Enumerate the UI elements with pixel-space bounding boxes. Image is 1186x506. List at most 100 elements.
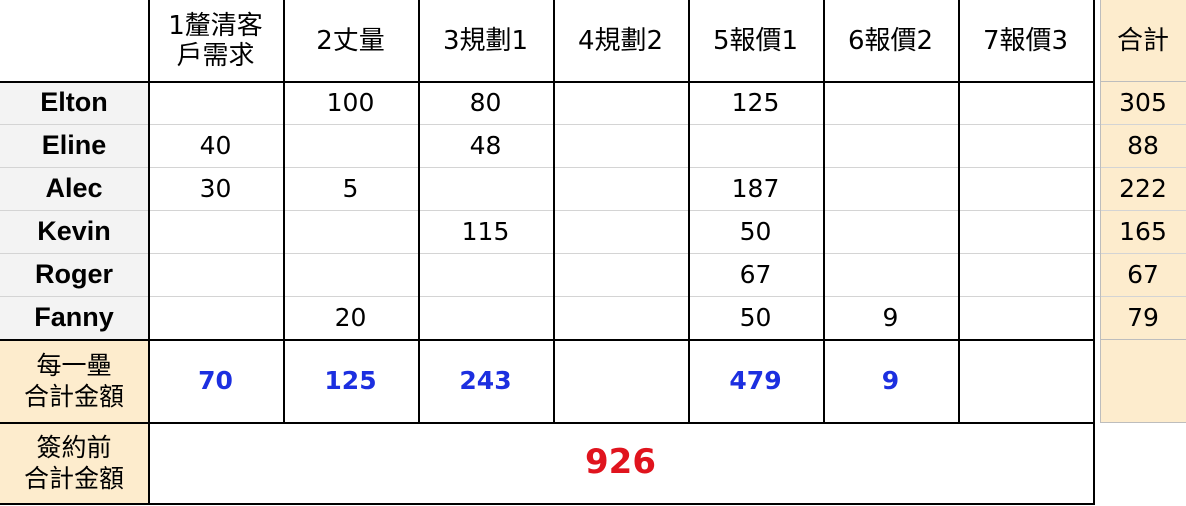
column-border bbox=[283, 0, 285, 422]
data-cell: 30 bbox=[199, 173, 232, 203]
row-total: 67 bbox=[1127, 259, 1159, 289]
column-header: 2丈量 bbox=[316, 25, 385, 56]
column-header: 5報價1 bbox=[712, 25, 799, 56]
total-row-divider bbox=[1100, 124, 1186, 125]
data-cell bbox=[958, 124, 1093, 167]
row-divider bbox=[0, 210, 1100, 211]
data-cell bbox=[283, 253, 418, 296]
table-bottom-border bbox=[0, 503, 1095, 505]
stage-total-value: 70 bbox=[198, 365, 233, 395]
data-cell bbox=[418, 253, 553, 296]
column-border bbox=[418, 0, 420, 422]
data-cell bbox=[148, 210, 283, 253]
total-header-border bbox=[1100, 81, 1186, 82]
stage-row-bottom-border bbox=[0, 422, 1095, 424]
table-right-border bbox=[1093, 422, 1095, 505]
total-row-divider bbox=[1100, 253, 1186, 254]
column-header: 6報價2 bbox=[847, 25, 934, 56]
data-cell: 50 bbox=[739, 302, 772, 332]
data-cell: 80 bbox=[469, 87, 502, 117]
data-cell bbox=[823, 210, 958, 253]
data-cell bbox=[553, 81, 688, 124]
data-cell bbox=[823, 81, 958, 124]
row-total: 88 bbox=[1127, 130, 1159, 160]
column-border bbox=[553, 0, 555, 422]
data-cell bbox=[958, 81, 1093, 124]
total-row-divider bbox=[1100, 296, 1186, 297]
data-cell bbox=[283, 210, 418, 253]
stage-total-value bbox=[553, 339, 688, 422]
stage-row-top-border bbox=[0, 339, 1095, 341]
row-divider bbox=[0, 296, 1100, 297]
grand-total-label: 簽約前 合計金額 bbox=[23, 432, 124, 493]
column-border bbox=[1093, 0, 1095, 422]
column-border bbox=[688, 0, 690, 422]
data-cell: 5 bbox=[342, 173, 359, 203]
data-cell bbox=[148, 296, 283, 339]
column-header: 3規劃1 bbox=[442, 25, 529, 56]
data-cell: 20 bbox=[334, 302, 367, 332]
data-cell: 115 bbox=[461, 216, 510, 246]
row-name: Roger bbox=[34, 259, 113, 290]
total-stage-border bbox=[1100, 339, 1186, 340]
data-cell bbox=[958, 167, 1093, 210]
data-cell bbox=[958, 296, 1093, 339]
row-name: Elton bbox=[40, 87, 108, 118]
total-bottom-border bbox=[1100, 422, 1186, 423]
data-cell bbox=[418, 296, 553, 339]
stage-total-label: 每一壘 合計金額 bbox=[23, 350, 124, 411]
data-cell bbox=[148, 253, 283, 296]
row-total: 305 bbox=[1119, 87, 1167, 117]
data-cell bbox=[823, 124, 958, 167]
header-bottom-border bbox=[0, 81, 1095, 83]
data-cell bbox=[553, 210, 688, 253]
row-divider bbox=[0, 253, 1100, 254]
data-cell bbox=[823, 167, 958, 210]
grand-total-value: 926 bbox=[585, 442, 656, 483]
data-cell bbox=[553, 296, 688, 339]
row-total: 79 bbox=[1127, 302, 1159, 332]
data-cell bbox=[553, 253, 688, 296]
header-left-border bbox=[148, 0, 150, 81]
row-total: 165 bbox=[1119, 216, 1167, 246]
row-name: Alec bbox=[45, 173, 103, 204]
row-divider bbox=[0, 124, 1100, 125]
column-header: 1釐清客 戶需求 bbox=[168, 10, 263, 71]
row-name: Kevin bbox=[37, 216, 111, 247]
data-cell: 50 bbox=[739, 216, 772, 246]
data-cell bbox=[283, 124, 418, 167]
stage-total-value: 243 bbox=[459, 365, 512, 395]
data-cell: 187 bbox=[731, 173, 780, 203]
row-name: Eline bbox=[41, 130, 107, 161]
stage-total-value: 9 bbox=[881, 365, 900, 395]
data-cell bbox=[688, 124, 823, 167]
total-row-divider bbox=[1100, 210, 1186, 211]
data-cell: 100 bbox=[326, 87, 375, 117]
data-cell bbox=[958, 210, 1093, 253]
total-row-divider bbox=[1100, 167, 1186, 168]
label-column-border bbox=[148, 81, 150, 503]
row-total: 222 bbox=[1119, 173, 1167, 203]
data-cell: 125 bbox=[731, 87, 780, 117]
stage-total-value: 125 bbox=[324, 365, 377, 395]
data-cell: 9 bbox=[882, 302, 899, 332]
column-border bbox=[823, 0, 825, 422]
data-cell bbox=[148, 81, 283, 124]
data-cell bbox=[958, 253, 1093, 296]
row-name: Fanny bbox=[34, 302, 114, 333]
data-cell: 48 bbox=[469, 130, 502, 160]
data-cell: 40 bbox=[199, 130, 232, 160]
data-cell: 67 bbox=[739, 259, 772, 289]
row-divider bbox=[0, 167, 1100, 168]
data-cell bbox=[553, 167, 688, 210]
column-header: 4規劃2 bbox=[577, 25, 664, 56]
total-column-left-border bbox=[1100, 0, 1101, 422]
stage-total-value: 479 bbox=[729, 365, 782, 395]
column-header: 7報價3 bbox=[982, 25, 1069, 56]
stage-total-value bbox=[958, 339, 1093, 422]
total-column-header: 合計 bbox=[1116, 25, 1169, 56]
data-cell bbox=[553, 124, 688, 167]
data-cell bbox=[823, 253, 958, 296]
column-border bbox=[958, 0, 960, 422]
data-cell bbox=[418, 167, 553, 210]
